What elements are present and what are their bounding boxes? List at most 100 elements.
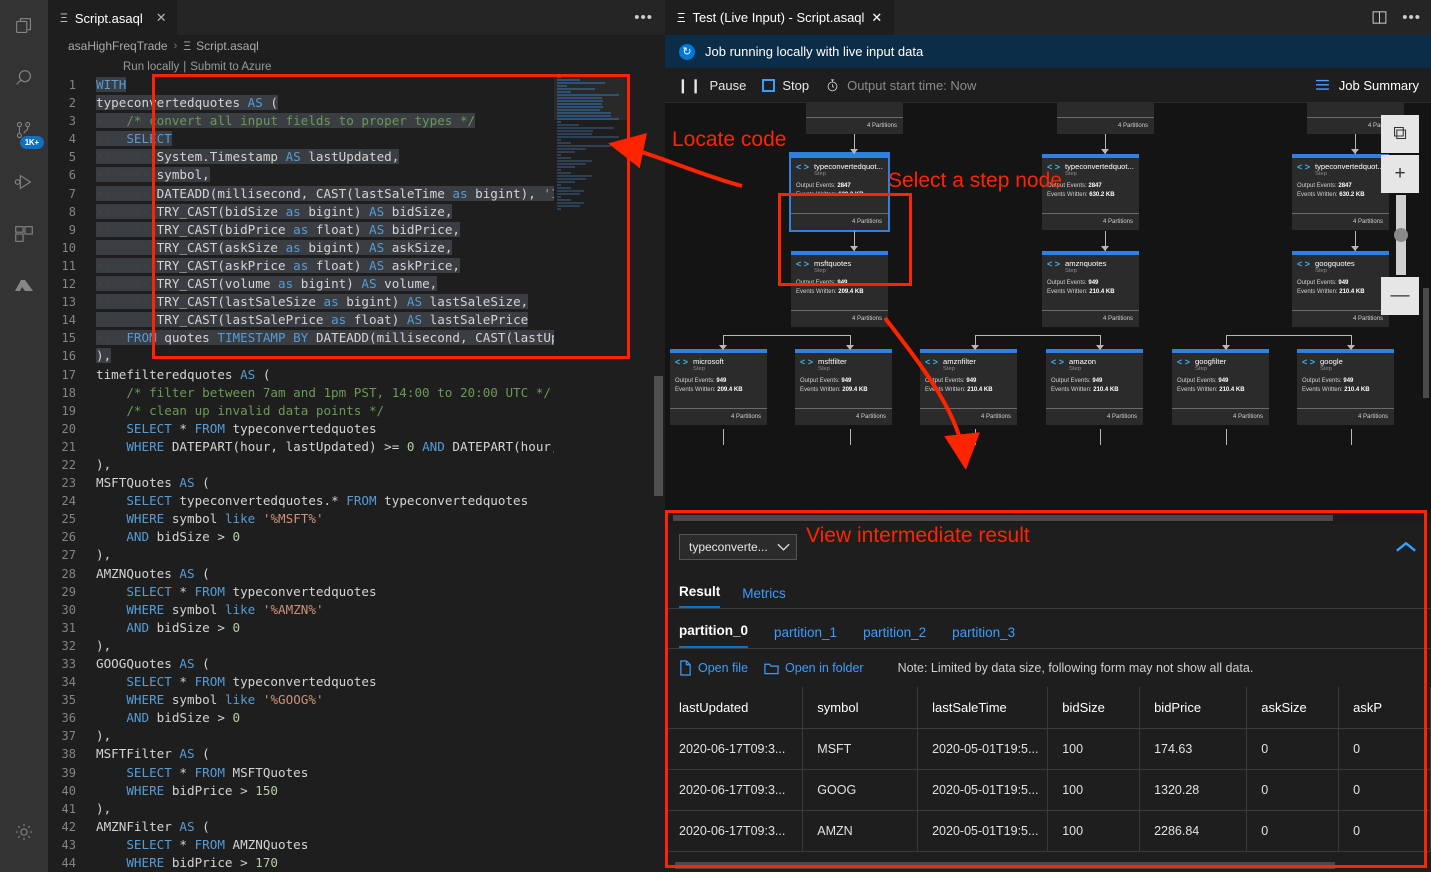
partition-tabs[interactable]: partition_0 partition_1 partition_2 partiti… [665, 609, 1431, 649]
diagram-node-googquotes[interactable]: < >googquotesStepOutput Events: 949Event… [1292, 251, 1389, 327]
open-file-button[interactable]: Open file [679, 660, 748, 676]
line-number: 26 [48, 528, 88, 546]
diagram-node-googfilter[interactable]: < >googfilterStepOutput Events: 949Event… [1172, 349, 1269, 425]
job-diagram[interactable]: < >googleStepOutput Events: 949Events Wr… [665, 103, 1431, 523]
table-row[interactable]: 2020-06-17T09:3...GOOG2020-05-01T19:5...… [665, 770, 1431, 811]
partition-tab-partition_3[interactable]: partition_3 [952, 625, 1015, 648]
run-locally-link[interactable]: Run locally [123, 61, 179, 73]
source-control-icon[interactable]: 1K+ [0, 104, 48, 156]
node-stat-2-value: 210.4 KB [1219, 387, 1244, 393]
diagram-node-amazon[interactable]: < >amazonStepOutput Events: 949Events Wr… [1046, 349, 1143, 425]
diagram-node-typeconv-3[interactable]: < >typeconvertedquot...StepOutput Events… [1292, 154, 1389, 230]
editor-scrollbar-thumb[interactable] [654, 376, 663, 496]
diagram-node-quotes-2[interactable]: ➔☐quotesInputInput Events: 3705Events Wr… [1057, 103, 1154, 134]
search-icon[interactable] [0, 52, 48, 104]
fit-to-screen-button[interactable]: ⧉ [1381, 115, 1419, 153]
node-header: < >msftquotesStep [796, 259, 883, 275]
node-stat-1: Output Events: 949 [1302, 377, 1389, 386]
table-cell: 2020-05-01T19:5... [918, 770, 1048, 811]
test-more-actions-icon[interactable]: ••• [1402, 9, 1421, 26]
table-row[interactable]: 2020-06-17T09:3...MSFT2020-05-01T19:5...… [665, 729, 1431, 770]
code-editor[interactable]: 1WITH2typeconvertedquotes AS (3····/* co… [48, 76, 665, 872]
table-column-header[interactable]: askP [1339, 687, 1431, 729]
editor-more-actions-icon[interactable]: ••• [634, 0, 653, 35]
line-number: 2 [48, 94, 88, 112]
table-cell: 2020-05-01T19:5... [918, 729, 1048, 770]
node-body: ➔☐quotesInputInput Events: 3705Events Wr… [806, 103, 903, 117]
node-header: < >googfilterStep [1177, 357, 1264, 373]
minimap[interactable] [554, 76, 628, 872]
node-stat-2: Events Written: 209.4 KB [800, 386, 887, 395]
open-in-folder-button[interactable]: Open in folder [764, 661, 864, 675]
collapse-results-icon[interactable] [1395, 540, 1417, 554]
tab-test-live-input[interactable]: Ξ Test (Live Input) - Script.asaql ✕ [665, 0, 894, 35]
partition-tab-partition_2[interactable]: partition_2 [863, 625, 926, 648]
diagram-arrow [1101, 246, 1109, 251]
table-column-header[interactable]: askSize [1247, 687, 1339, 729]
table-column-header[interactable]: bidSize [1048, 687, 1140, 729]
diagram-arrow [1351, 149, 1359, 154]
zoom-in-button[interactable]: + [1381, 155, 1419, 193]
node-stat-1-value: 949 [1092, 378, 1102, 384]
stop-button[interactable]: Stop [762, 78, 809, 93]
azure-icon[interactable] [0, 260, 48, 312]
table-row[interactable]: 2020-06-17T09:3...AMZN2020-05-01T19:5...… [665, 811, 1431, 852]
table-cell: 0 [1247, 811, 1339, 852]
zoom-slider-track[interactable] [1396, 195, 1406, 275]
line-number: 5 [48, 148, 88, 166]
result-tab-metrics[interactable]: Metrics [742, 586, 786, 608]
result-tabs[interactable]: Result Metrics [665, 571, 1431, 609]
minimap-line [557, 163, 586, 165]
diagram-node-amznquotes[interactable]: < >amznquotesStepOutput Events: 949Event… [1042, 251, 1139, 327]
run-debug-icon[interactable] [0, 156, 48, 208]
extensions-icon[interactable] [0, 208, 48, 260]
result-tab-result[interactable]: Result [679, 584, 720, 608]
node-title: googfilter [1195, 357, 1226, 366]
node-stat-2: Events Written: 209.4 KB [675, 386, 762, 395]
diagram-node-quotes-1[interactable]: ➔☐quotesInputInput Events: 3705Events Wr… [806, 103, 903, 134]
table-column-header[interactable]: lastSaleTime [918, 687, 1048, 729]
explorer-icon[interactable] [0, 0, 48, 52]
partition-tab-partition_0[interactable]: partition_0 [679, 623, 748, 648]
node-stat-1: Output Events: 949 [925, 377, 1012, 386]
submit-to-azure-link[interactable]: Submit to Azure [190, 61, 271, 73]
job-summary-button[interactable]: Job Summary [1314, 78, 1419, 93]
node-header: < >typeconvertedquot...Step [1297, 162, 1384, 178]
close-icon[interactable]: ✕ [871, 10, 882, 26]
diagram-arrow [971, 345, 979, 350]
editor-vertical-scrollbar[interactable] [651, 76, 665, 872]
diagram-node-typeconv-1[interactable]: < >typeconvertedquot...StepOutput Events… [791, 154, 888, 230]
split-editor-icon[interactable] [1371, 9, 1388, 26]
diagram-horizontal-scrollbar[interactable] [665, 513, 1431, 523]
zoom-out-button[interactable]: — [1381, 277, 1419, 315]
diagram-vscroll-thumb[interactable] [1423, 288, 1429, 398]
table-column-header[interactable]: bidPrice [1140, 687, 1247, 729]
zoom-slider-thumb[interactable] [1394, 228, 1408, 242]
diagram-node-microsoft[interactable]: < >microsoftStepOutput Events: 949Events… [670, 349, 767, 425]
partition-tab-partition_1[interactable]: partition_1 [774, 625, 837, 648]
step-select-dropdown[interactable]: typeconverte... [679, 534, 797, 560]
output-start-time-button[interactable]: Output start time: Now [825, 78, 976, 93]
breadcrumb-file[interactable]: Ξ Script.asaql [183, 39, 259, 53]
tab-script-asaql[interactable]: Ξ Script.asaql ✕ [48, 0, 177, 35]
table-column-header[interactable]: symbol [803, 687, 918, 729]
diagram-vertical-scrollbar[interactable] [1421, 103, 1431, 523]
node-title: microsoft [693, 357, 724, 366]
minimap-slider[interactable] [554, 76, 628, 120]
gear-icon[interactable] [0, 806, 48, 858]
diagram-node-msftfilter[interactable]: < >msftfilterStepOutput Events: 949Event… [795, 349, 892, 425]
diagram-node-amznfilter[interactable]: < >amznfilterStepOutput Events: 949Event… [920, 349, 1017, 425]
table-column-header[interactable]: lastUpdated [665, 687, 803, 729]
node-stat-2: Events Written: 210.4 KB [1297, 288, 1384, 297]
results-horizontal-scrollbar[interactable] [675, 862, 1335, 869]
node-stat-2-label: Events Written: [800, 387, 841, 393]
diagram-hscroll-thumb[interactable] [673, 515, 1333, 521]
diagram-node-msftquotes[interactable]: < >msftquotesStep Output Events: 949Event… [791, 251, 888, 327]
minimap-line [557, 178, 586, 180]
pause-button[interactable]: ❙❙ Pause [677, 77, 746, 94]
node-stats: Output Events: 949Events Written: 209.4 … [796, 279, 883, 296]
close-icon[interactable]: ✕ [156, 10, 167, 26]
line-number: 44 [48, 854, 88, 872]
breadcrumb-project[interactable]: asaHighFreqTrade [68, 39, 168, 53]
diagram-node-google[interactable]: < >googleStepOutput Events: 949Events Wr… [1297, 349, 1394, 425]
